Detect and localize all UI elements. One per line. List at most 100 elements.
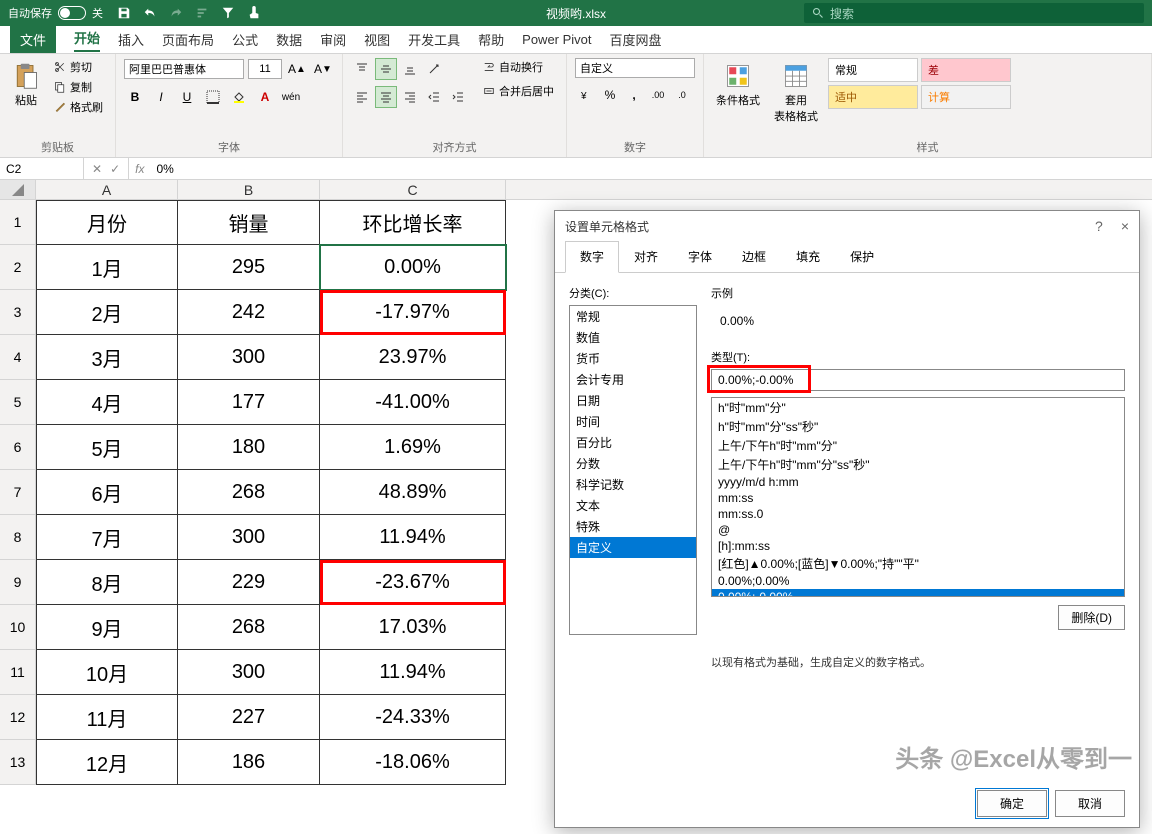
cell[interactable]: -18.06% xyxy=(320,740,506,785)
dialog-tab[interactable]: 字体 xyxy=(673,241,727,272)
format-item[interactable]: 0.00%;-0.00% xyxy=(712,589,1124,597)
cell[interactable]: 7月 xyxy=(36,515,178,560)
tab-insert[interactable]: 插入 xyxy=(118,30,144,49)
redo-icon[interactable] xyxy=(169,6,183,20)
column-header-b[interactable]: B xyxy=(178,180,320,199)
font-size-select[interactable] xyxy=(248,59,282,79)
cell[interactable]: 300 xyxy=(178,515,320,560)
align-center-icon[interactable] xyxy=(375,86,397,108)
cancel-icon[interactable]: ✕ xyxy=(92,162,102,176)
cell[interactable]: -23.67% xyxy=(320,560,506,605)
table-format-button[interactable]: 套用 表格格式 xyxy=(770,58,822,128)
cell[interactable]: 48.89% xyxy=(320,470,506,515)
row-header[interactable]: 5 xyxy=(0,380,36,425)
bold-button[interactable]: B xyxy=(124,86,146,108)
cell[interactable]: 295 xyxy=(178,245,320,290)
format-item[interactable]: 上午/下午h"时"mm"分"ss"秒" xyxy=(712,455,1124,474)
row-header[interactable]: 1 xyxy=(0,200,36,245)
category-item[interactable]: 特殊 xyxy=(570,516,696,537)
dialog-tab[interactable]: 对齐 xyxy=(619,241,673,272)
format-item[interactable]: mm:ss.0 xyxy=(712,506,1124,522)
cell[interactable]: 12月 xyxy=(36,740,178,785)
confirm-icon[interactable]: ✓ xyxy=(110,162,120,176)
cell[interactable]: 242 xyxy=(178,290,320,335)
style-normal[interactable]: 常规 xyxy=(828,58,918,82)
align-bottom-icon[interactable] xyxy=(399,58,421,80)
cancel-button[interactable]: 取消 xyxy=(1055,790,1125,817)
sort-icon[interactable] xyxy=(195,6,209,20)
cell[interactable]: 3月 xyxy=(36,335,178,380)
cell[interactable]: 9月 xyxy=(36,605,178,650)
filter-icon[interactable] xyxy=(221,6,235,20)
align-middle-icon[interactable] xyxy=(375,58,397,80)
category-item[interactable]: 分数 xyxy=(570,453,696,474)
row-header[interactable]: 7 xyxy=(0,470,36,515)
search-input[interactable]: 搜索 xyxy=(804,3,1144,23)
tab-home[interactable]: 开始 xyxy=(74,28,100,52)
fx-icon[interactable]: fx xyxy=(129,162,150,176)
cell[interactable]: -24.33% xyxy=(320,695,506,740)
format-item[interactable]: mm:ss xyxy=(712,490,1124,506)
cell[interactable]: 229 xyxy=(178,560,320,605)
painter-button[interactable]: 格式刷 xyxy=(50,98,107,116)
cell[interactable]: 186 xyxy=(178,740,320,785)
tab-file[interactable]: 文件 xyxy=(10,26,56,53)
category-item[interactable]: 数值 xyxy=(570,327,696,348)
phonetic-button[interactable]: wén xyxy=(280,86,302,108)
close-icon[interactable]: × xyxy=(1121,218,1129,234)
column-header-c[interactable]: C xyxy=(320,180,506,199)
currency-icon[interactable]: ¥ xyxy=(575,84,597,106)
indent-decrease-icon[interactable] xyxy=(423,86,445,108)
cell[interactable]: 环比增长率 xyxy=(320,200,506,245)
select-all-corner[interactable] xyxy=(0,180,36,199)
tab-help[interactable]: 帮助 xyxy=(478,30,504,49)
touch-icon[interactable] xyxy=(247,6,261,20)
row-header[interactable]: 2 xyxy=(0,245,36,290)
category-item[interactable]: 科学记数 xyxy=(570,474,696,495)
row-header[interactable]: 10 xyxy=(0,605,36,650)
style-calc[interactable]: 计算 xyxy=(921,85,1011,109)
cell[interactable]: 4月 xyxy=(36,380,178,425)
category-item[interactable]: 时间 xyxy=(570,411,696,432)
format-item[interactable]: 上午/下午h"时"mm"分" xyxy=(712,436,1124,455)
row-header[interactable]: 3 xyxy=(0,290,36,335)
style-neutral[interactable]: 适中 xyxy=(828,85,918,109)
cell[interactable]: 11.94% xyxy=(320,650,506,695)
font-color-button[interactable]: A xyxy=(254,86,276,108)
percent-icon[interactable]: % xyxy=(599,84,621,106)
category-item[interactable]: 日期 xyxy=(570,390,696,411)
increase-font-icon[interactable]: A▲ xyxy=(286,58,308,80)
format-item[interactable]: yyyy/m/d h:mm xyxy=(712,474,1124,490)
cell[interactable]: 6月 xyxy=(36,470,178,515)
ok-button[interactable]: 确定 xyxy=(977,790,1047,817)
cell[interactable]: 180 xyxy=(178,425,320,470)
cell[interactable]: 11.94% xyxy=(320,515,506,560)
cell[interactable]: 0.00% xyxy=(320,245,506,290)
italic-button[interactable]: I xyxy=(150,86,172,108)
category-list[interactable]: 常规数值货币会计专用日期时间百分比分数科学记数文本特殊自定义 xyxy=(569,305,697,635)
column-header-a[interactable]: A xyxy=(36,180,178,199)
align-right-icon[interactable] xyxy=(399,86,421,108)
copy-button[interactable]: 复制 xyxy=(50,78,107,96)
row-header[interactable]: 11 xyxy=(0,650,36,695)
cell[interactable]: 268 xyxy=(178,605,320,650)
number-format-select[interactable] xyxy=(575,58,695,78)
decrease-font-icon[interactable]: A▼ xyxy=(312,58,334,80)
row-header[interactable]: 6 xyxy=(0,425,36,470)
cell[interactable]: -17.97% xyxy=(320,290,506,335)
cut-button[interactable]: 剪切 xyxy=(50,58,107,76)
cell[interactable]: 11月 xyxy=(36,695,178,740)
format-item[interactable]: [红色]▲0.00%;[蓝色]▼0.00%;"持""平" xyxy=(712,554,1124,573)
paste-button[interactable]: 粘贴 xyxy=(8,58,44,112)
row-header[interactable]: 8 xyxy=(0,515,36,560)
font-name-select[interactable] xyxy=(124,59,244,79)
cell[interactable]: 177 xyxy=(178,380,320,425)
save-icon[interactable] xyxy=(117,6,131,20)
dialog-tab[interactable]: 边框 xyxy=(727,241,781,272)
category-item[interactable]: 自定义 xyxy=(570,537,696,558)
style-bad[interactable]: 差 xyxy=(921,58,1011,82)
category-item[interactable]: 百分比 xyxy=(570,432,696,453)
category-item[interactable]: 会计专用 xyxy=(570,369,696,390)
tab-data[interactable]: 数据 xyxy=(276,30,302,49)
dialog-tab[interactable]: 填充 xyxy=(781,241,835,272)
